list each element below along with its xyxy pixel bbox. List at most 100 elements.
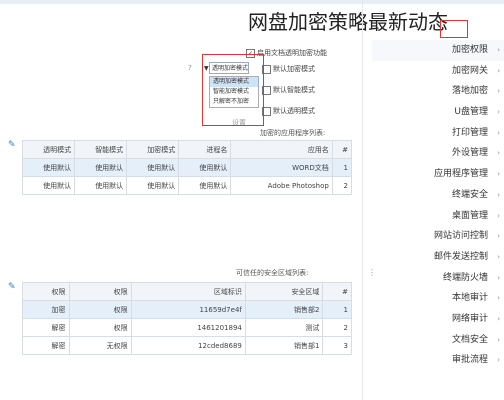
- chevron-right-icon: ›: [497, 294, 500, 303]
- column-header[interactable]: 权限: [68, 282, 132, 301]
- chevron-right-icon: ›: [497, 232, 500, 241]
- chevron-right-icon: ›: [497, 356, 500, 365]
- chevron-right-icon: ›: [497, 66, 500, 75]
- chevron-right-icon: ›: [497, 108, 500, 117]
- help-icon[interactable]: ?: [188, 64, 192, 72]
- sidebar-item-label: 终端防火墙: [442, 272, 488, 283]
- table-cell: WORD文档: [230, 158, 333, 177]
- table-cell: 1: [331, 158, 353, 177]
- column-header[interactable]: 安全区域: [244, 282, 324, 301]
- table-row[interactable]: 使用默认 使用默认 使用默认 使用默认 WORD文档 1: [21, 158, 353, 177]
- highlight-box: [202, 54, 264, 126]
- zones-table: 权限 权限 区域标识 安全区域 # 加密 权限 11659d7e4f 销售部2 …: [22, 282, 352, 355]
- table-cell: 使用默认: [126, 158, 180, 177]
- table-cell: 无权限: [68, 336, 132, 355]
- table-header-row: 权限 权限 区域标识 安全区域 #: [22, 282, 352, 301]
- sidebar-item[interactable]: › 网络审计: [372, 309, 504, 330]
- section-label-zones: 可信任的安全区域列表:: [236, 269, 309, 277]
- table-cell: 解密: [22, 318, 70, 337]
- table-cell: 加密: [22, 300, 70, 319]
- table-header-row: 透明模式 智能模式 加密模式 进程名 应用名 #: [21, 140, 353, 159]
- mode-option[interactable]: 默认加密模式: [262, 64, 315, 74]
- sidebar-item[interactable]: › 落地加密: [372, 81, 504, 102]
- column-header[interactable]: 智能模式: [74, 140, 128, 159]
- edit-pencil-icon[interactable]: ✎: [8, 282, 16, 292]
- sidebar-item[interactable]: › 终端安全: [372, 185, 504, 206]
- chevron-right-icon: ›: [497, 273, 500, 282]
- section-label-apps: 加密的应用程序列表:: [260, 129, 326, 137]
- table-cell: 测试: [244, 318, 324, 337]
- sidebar-item-label: 终端安全: [451, 189, 488, 200]
- column-header[interactable]: 权限: [22, 282, 70, 301]
- table-cell: 12cded8689: [130, 336, 246, 355]
- table-cell: 1461201894: [130, 318, 246, 337]
- table-cell: 使用默认: [21, 176, 76, 195]
- table-cell: Adobe Photoshop: [230, 176, 333, 195]
- table-cell: 使用默认: [178, 158, 232, 177]
- table-cell: 使用默认: [21, 158, 76, 177]
- settings-panel: ✓ 启用文档透明加密功能 ▼ 透明加密模式 ? 透明加密模式 智能加密模式 只解密…: [0, 0, 468, 400]
- column-header[interactable]: #: [331, 140, 353, 159]
- chevron-right-icon: ›: [497, 335, 500, 344]
- column-header[interactable]: #: [322, 282, 352, 301]
- sidebar: › 加密权限 › 加密网关 › 落地加密 › U盘管理 › 打印管理 › 外设管理 › 应用程…: [372, 40, 504, 371]
- mode-option[interactable]: 默认透明模式: [262, 106, 315, 116]
- column-header[interactable]: 区域标识: [130, 282, 246, 301]
- table-row[interactable]: 解密 权限 1461201894 测试 2: [22, 318, 352, 337]
- sidebar-item-label: 审批流程: [451, 355, 488, 366]
- sidebar-item-label: 桌面管理: [451, 210, 488, 221]
- enable-encryption-label: 启用文档透明加密功能: [257, 49, 327, 57]
- column-header[interactable]: 进程名: [178, 140, 232, 159]
- sidebar-item[interactable]: › 加密权限: [372, 40, 504, 61]
- apps-table: 透明模式 智能模式 加密模式 进程名 应用名 # 使用默认 使用默认 使用默认 …: [21, 140, 353, 195]
- sidebar-item[interactable]: › 外设管理: [372, 143, 504, 164]
- table-cell: 1: [322, 300, 352, 319]
- sidebar-item-label: 外设管理: [451, 148, 488, 159]
- sidebar-item[interactable]: › 桌面管理: [372, 206, 504, 227]
- sidebar-item[interactable]: › 终端防火墙: [372, 268, 504, 289]
- sidebar-item-label: 落地加密: [451, 86, 488, 97]
- column-header[interactable]: 透明模式: [21, 140, 76, 159]
- sidebar-item-label: 文档安全: [451, 334, 488, 345]
- sidebar-item[interactable]: › 本地审计: [372, 288, 504, 309]
- mode-option[interactable]: 默认智能模式: [262, 85, 315, 95]
- sidebar-item-label: 邮件发送控制: [433, 251, 488, 262]
- table-row[interactable]: 加密 权限 11659d7e4f 销售部2 1: [22, 300, 352, 319]
- chevron-right-icon: ›: [497, 252, 500, 261]
- sidebar-item[interactable]: › 加密网关: [372, 61, 504, 82]
- chevron-right-icon: ›: [497, 149, 500, 158]
- sidebar-item-label: 应用程序管理: [433, 169, 488, 180]
- sidebar-item-label: 加密权限: [451, 45, 488, 55]
- sidebar-item-label: U盘管理: [454, 107, 488, 118]
- chevron-right-icon: ›: [497, 170, 500, 179]
- sidebar-item[interactable]: › U盘管理: [372, 102, 504, 123]
- highlight-box: [440, 20, 468, 38]
- sidebar-item-label: 网络审计: [451, 313, 488, 324]
- mode-option-label: 默认加密模式: [273, 65, 315, 73]
- column-header[interactable]: 加密模式: [126, 140, 180, 159]
- table-cell: 销售部1: [244, 336, 324, 355]
- table-cell: 使用默认: [74, 158, 128, 177]
- sidebar-item-label: 网站访问控制: [433, 231, 488, 242]
- mode-option-label: 默认透明模式: [273, 107, 315, 115]
- table-cell: 11659d7e4f: [130, 300, 246, 319]
- edit-pencil-icon[interactable]: ✎: [8, 140, 16, 150]
- chevron-right-icon: ›: [497, 211, 500, 220]
- table-cell: 2: [322, 318, 352, 337]
- table-cell: 权限: [68, 318, 132, 337]
- table-cell: 销售部2: [244, 300, 324, 319]
- table-row[interactable]: 解密 无权限 12cded8689 销售部1 3: [22, 336, 352, 355]
- sidebar-item[interactable]: › 打印管理: [372, 123, 504, 144]
- panel-divider: [362, 0, 363, 400]
- table-cell: 解密: [22, 336, 70, 355]
- sidebar-item[interactable]: › 邮件发送控制: [372, 247, 504, 268]
- table-cell: 3: [322, 336, 352, 355]
- sidebar-item[interactable]: › 审批流程: [372, 350, 504, 371]
- sidebar-item[interactable]: › 文档安全: [372, 330, 504, 351]
- table-row[interactable]: 使用默认 使用默认 使用默认 使用默认 Adobe Photoshop 2: [21, 176, 353, 195]
- sidebar-item[interactable]: › 网站访问控制: [372, 226, 504, 247]
- table-cell: 权限: [68, 300, 132, 319]
- sidebar-item[interactable]: › 应用程序管理: [372, 164, 504, 185]
- chevron-right-icon: ›: [497, 46, 500, 54]
- column-header[interactable]: 应用名: [230, 140, 333, 159]
